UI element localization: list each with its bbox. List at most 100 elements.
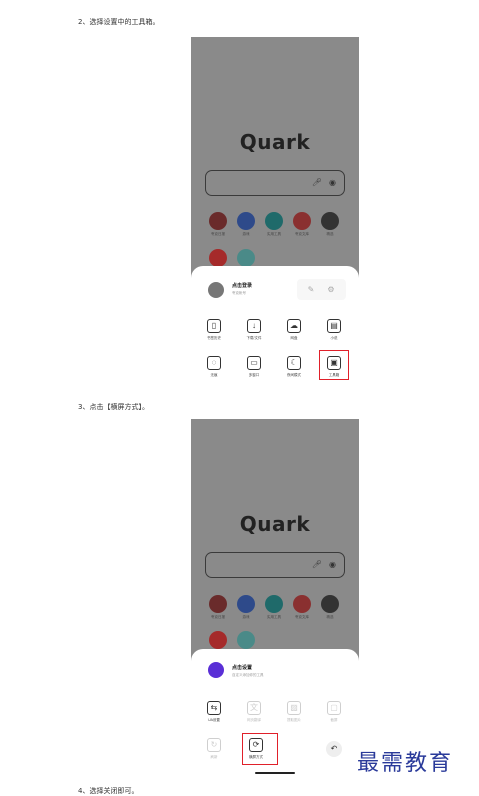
search-bar[interactable]: 🎤︎ ◉ — [205, 552, 345, 578]
camera-icon[interactable]: ◉ — [329, 560, 336, 569]
tool-refresh[interactable]: ↻ 刷新 — [201, 738, 227, 760]
app-icon — [237, 249, 255, 267]
highlight-box — [319, 350, 349, 380]
tool-ua-settings[interactable]: ⇆ UA设置 — [201, 701, 227, 723]
screenshot-settings-panel: Quark 🎤︎ ◉ 夸克日报 游戏 实用工具 夸克文库 精选 点击登录 夸克帐… — [191, 37, 359, 392]
home-indicator — [255, 772, 295, 774]
search-bar[interactable]: 🎤︎ ◉ — [205, 170, 345, 196]
app-label: 游戏 — [242, 232, 250, 236]
mic-icon[interactable]: 🎤︎ — [312, 560, 322, 569]
settings-sheet: 点击登录 夸克帐号 ✎ ⚙ ▯ 书签历史 ↓ 下载/文件 ☁ 网盘 ▤ 小说 ◌… — [191, 266, 359, 392]
app-shortcut[interactable]: 夸克文库 — [291, 212, 313, 237]
app-label: 夸克日报 — [211, 615, 225, 619]
app-label: 夸克文库 — [295, 232, 309, 236]
screenshot-icon: ▢ — [327, 701, 341, 715]
app-icon — [237, 212, 255, 230]
tool-multi-window[interactable]: ▭ 多窗口 — [241, 356, 267, 378]
tool-label: 网盘 — [290, 336, 298, 340]
tool-night-mode[interactable]: ☾ 夜间模式 — [281, 356, 307, 378]
app-icon — [237, 631, 255, 649]
app-shortcut[interactable] — [207, 249, 229, 267]
app-icon — [265, 595, 283, 613]
tool-label: 书签历史 — [207, 336, 221, 340]
app-icon — [321, 595, 339, 613]
download-icon: ↓ — [247, 319, 261, 333]
app-label: 夸克日报 — [211, 232, 225, 236]
app-shortcut[interactable]: 游戏 — [235, 212, 257, 237]
refresh-icon: ↻ — [207, 738, 221, 752]
toolbox-sheet: 点击设置 自定义添加你的工具 ⇆ UA设置 文 网页翻译 ▨ 提取图片 ▢ 截屏… — [191, 649, 359, 776]
header-actions-bg — [297, 279, 346, 300]
step-3-caption: 3、点击【横屏方式】。 — [78, 403, 149, 411]
app-icon — [237, 595, 255, 613]
app-label: 夸克文库 — [295, 615, 309, 619]
cloud-icon: ☁ — [287, 319, 301, 333]
app-icon — [293, 595, 311, 613]
tool-label: 无痕 — [210, 373, 218, 377]
tool-label: 刷新 — [210, 755, 218, 759]
tool-label: 截屏 — [330, 718, 338, 722]
tool-incognito[interactable]: ◌ 无痕 — [201, 356, 227, 378]
watermark-logo: 最需教育 — [357, 751, 454, 776]
image-icon: ▨ — [287, 701, 301, 715]
tool-downloads[interactable]: ↓ 下载/文件 — [241, 319, 267, 341]
app-shortcut[interactable]: 实用工具 — [263, 212, 285, 237]
ghost-icon: ◌ — [207, 356, 221, 370]
toolbox-settings-subtitle: 自定义添加你的工具 — [232, 673, 264, 677]
app-icon — [209, 595, 227, 613]
app-shortcut[interactable] — [235, 249, 257, 267]
avatar[interactable] — [208, 282, 224, 298]
app-label: 精选 — [326, 615, 334, 619]
tool-label: 下载/文件 — [246, 336, 262, 340]
app-label: 精选 — [326, 232, 334, 236]
tool-bookmarks[interactable]: ▯ 书签历史 — [201, 319, 227, 341]
toolbox-settings-title[interactable]: 点击设置 — [232, 664, 252, 671]
login-title[interactable]: 点击登录 — [232, 282, 252, 289]
youtube-icon — [209, 249, 227, 267]
tool-label: 夜间模式 — [287, 373, 301, 377]
app-shortcut[interactable]: 精选 — [319, 212, 341, 237]
camera-icon[interactable]: ◉ — [329, 178, 336, 187]
tool-label: 多窗口 — [248, 373, 260, 377]
app-icon — [209, 212, 227, 230]
login-subtitle: 夸克帐号 — [232, 291, 246, 295]
tool-screenshot[interactable]: ▢ 截屏 — [321, 701, 347, 723]
app-icon — [265, 212, 283, 230]
book-icon: ▤ — [327, 319, 341, 333]
bookmark-icon: ▯ — [207, 319, 221, 333]
app-label: 游戏 — [242, 615, 250, 619]
app-shortcut[interactable]: 夸克文库 — [291, 595, 313, 620]
step-2-caption: 2、选择设置中的工具箱。 — [78, 18, 160, 26]
app-shortcut[interactable] — [235, 631, 257, 649]
window-icon: ▭ — [247, 356, 261, 370]
app-icon — [293, 212, 311, 230]
app-shortcut[interactable]: 实用工具 — [263, 595, 285, 620]
tool-label: 小说 — [330, 336, 338, 340]
app-shortcut[interactable]: 游戏 — [235, 595, 257, 620]
tool-label: 提取图片 — [287, 718, 301, 722]
quark-logo: Quark — [239, 512, 311, 536]
tool-label: UA设置 — [208, 718, 220, 722]
tool-translate[interactable]: 文 网页翻译 — [241, 701, 267, 723]
youtube-icon — [209, 631, 227, 649]
tool-novels[interactable]: ▤ 小说 — [321, 319, 347, 341]
tool-extract-images[interactable]: ▨ 提取图片 — [281, 701, 307, 723]
tool-label: 网页翻译 — [247, 718, 261, 722]
toolbox-settings-icon[interactable] — [208, 662, 224, 678]
mic-icon[interactable]: 🎤︎ — [312, 178, 322, 187]
quark-logo: Quark — [239, 130, 311, 154]
translate-icon: 文 — [247, 701, 261, 715]
highlight-box — [242, 733, 278, 765]
app-label: 实用工具 — [267, 615, 281, 619]
app-label: 实用工具 — [267, 232, 281, 236]
screenshot-toolbox-panel: Quark 🎤︎ ◉ 夸克日报 游戏 实用工具 夸克文库 精选 点击设置 自定义… — [191, 419, 359, 776]
app-shortcut[interactable]: 精选 — [319, 595, 341, 620]
app-shortcut[interactable]: 夸克日报 — [207, 595, 229, 620]
step-4-caption: 4、选择关闭即可。 — [78, 787, 139, 795]
tool-cloud-drive[interactable]: ☁ 网盘 — [281, 319, 307, 341]
app-icon — [321, 212, 339, 230]
app-shortcut[interactable]: 夸克日报 — [207, 212, 229, 237]
back-icon[interactable]: ↶ — [326, 741, 342, 757]
moon-icon: ☾ — [287, 356, 301, 370]
app-shortcut[interactable] — [207, 631, 229, 649]
